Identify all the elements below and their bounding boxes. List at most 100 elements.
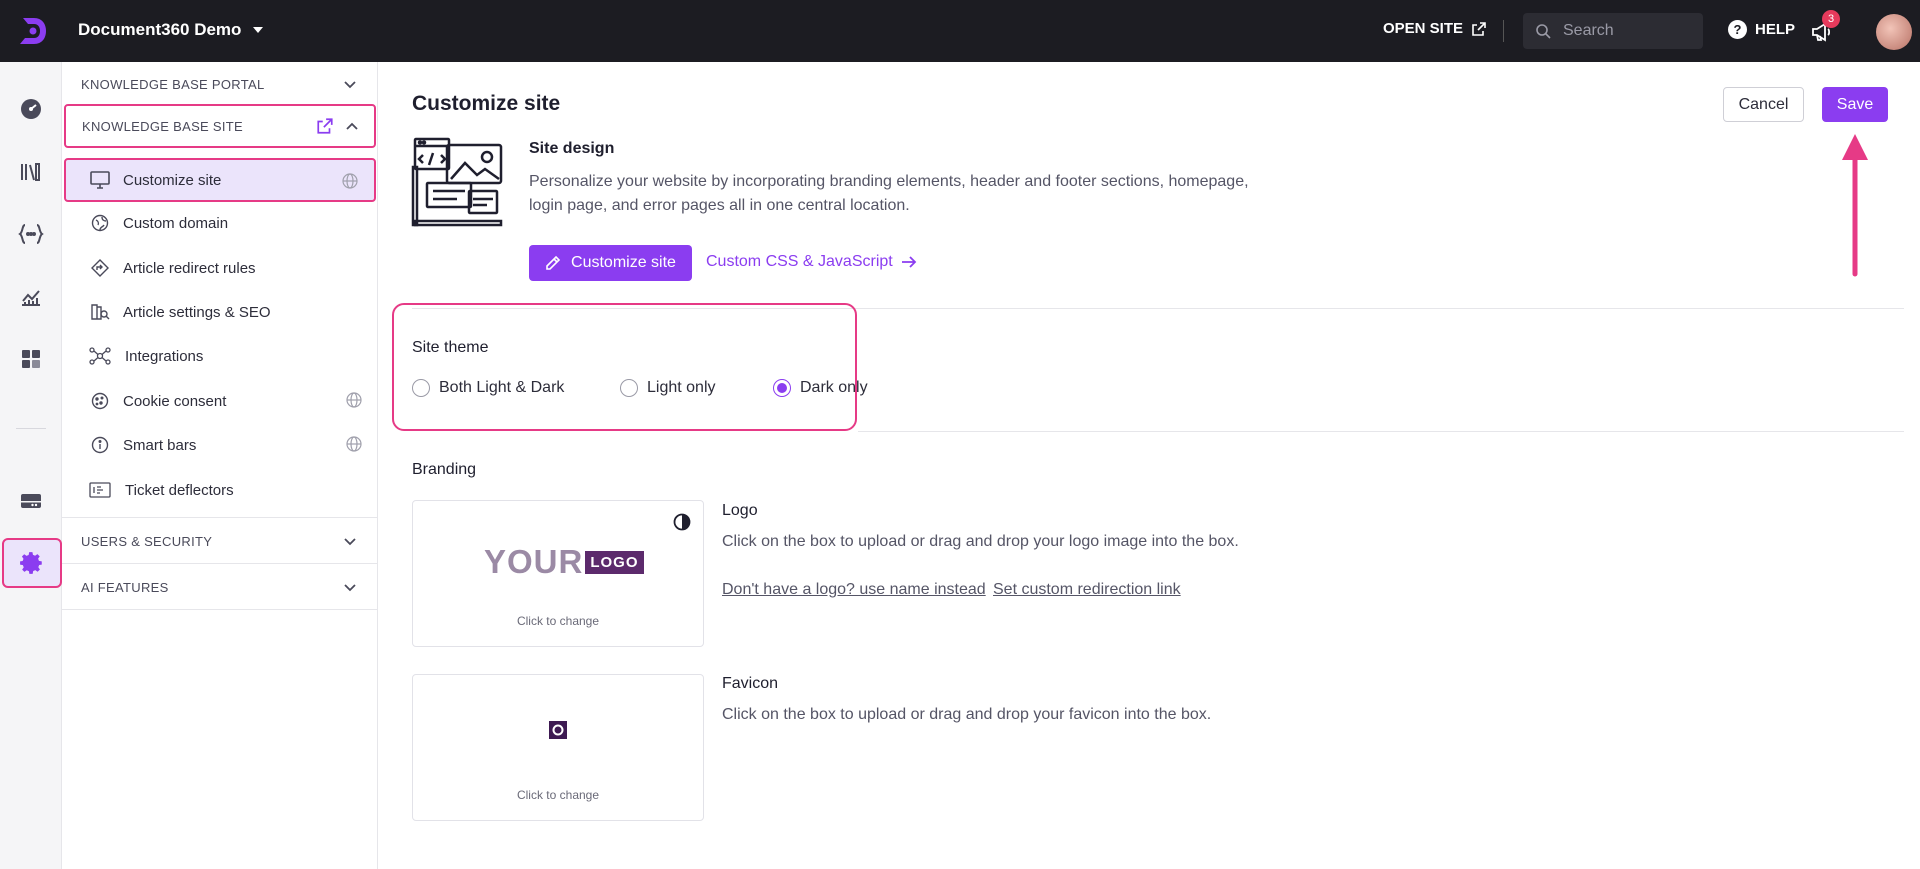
favicon-label: Favicon: [722, 675, 779, 692]
section-ai-features-label: AI FEATURES: [81, 579, 169, 595]
topbar-divider: [1503, 20, 1504, 42]
section-users-security[interactable]: USERS & SECURITY: [62, 519, 378, 563]
integrations-icon: [89, 345, 111, 367]
site-design-illustration-icon: [411, 137, 503, 227]
section-users-security-label: USERS & SECURITY: [81, 533, 213, 549]
open-site-label: OPEN SITE: [1383, 20, 1464, 37]
external-link-icon: [1472, 21, 1486, 36]
site-theme-highlight: [392, 303, 857, 431]
logo-caption: Click to change: [516, 614, 600, 628]
site-theme-title: Site theme: [412, 339, 489, 356]
logo-label: Logo: [722, 502, 758, 519]
rail-divider: [16, 428, 46, 429]
section-kb-site[interactable]: KNOWLEDGE BASE SITE: [64, 104, 376, 148]
annotation-arrow-icon: [1842, 134, 1868, 277]
documentation-icon[interactable]: [15, 156, 47, 188]
logo-preview: YOUR LOGO: [484, 543, 644, 581]
theme-radio-light[interactable]: Light only: [620, 379, 716, 397]
icon-rail: [0, 62, 62, 869]
save-button[interactable]: Save: [1822, 87, 1888, 122]
site-design-title: Site design: [529, 140, 615, 157]
theme-radio-dark[interactable]: Dark only: [773, 379, 868, 397]
favicon-upload-box[interactable]: Click to change: [412, 674, 704, 821]
custom-css-js-link[interactable]: Custom CSS & JavaScript: [706, 253, 917, 271]
open-site-link[interactable]: OPEN SITE: [1383, 20, 1487, 37]
logo-description: Click on the box to upload or drag and d…: [722, 533, 1239, 550]
search-box[interactable]: [1523, 13, 1703, 49]
settings-icon: [20, 552, 42, 574]
domain-icon: [89, 212, 111, 234]
custom-redirection-link[interactable]: Set custom redirection link: [993, 581, 1181, 599]
contrast-toggle-icon[interactable]: [673, 513, 691, 531]
search-input[interactable]: [1563, 22, 1683, 40]
sidebar-item-smart-bars[interactable]: Smart bars: [62, 423, 378, 467]
pencil-icon: [546, 255, 561, 270]
project-switcher[interactable]: Document360 Demo: [78, 20, 264, 40]
drive-icon[interactable]: [15, 485, 47, 517]
arrow-right-icon: [901, 256, 917, 268]
radio-circle[interactable]: [412, 379, 430, 397]
use-name-instead-link[interactable]: Don't have a logo? use name instead: [722, 581, 986, 599]
help-label: HELP: [1755, 21, 1796, 38]
section-kb-portal[interactable]: KNOWLEDGE BASE PORTAL: [62, 62, 378, 106]
dashboard-icon[interactable]: [15, 93, 47, 125]
sidebar-item-label: Custom domain: [123, 214, 229, 232]
logo-preview-word: YOUR: [484, 543, 584, 580]
info-icon: [89, 434, 111, 456]
analytics-icon[interactable]: [15, 281, 47, 313]
sidebar-item-article-redirect-rules[interactable]: Article redirect rules: [62, 246, 378, 290]
theme-radio-both[interactable]: Both Light & Dark: [412, 379, 564, 397]
widgets-icon[interactable]: [15, 343, 47, 375]
theme-option-label: Dark only: [800, 379, 868, 396]
api-docs-icon[interactable]: [15, 218, 47, 250]
top-bar: Document360 Demo OPEN SITE ? HELP 3: [0, 0, 1920, 62]
customize-site-button[interactable]: Customize site: [529, 245, 692, 281]
cookie-icon: [89, 390, 111, 412]
cancel-button[interactable]: Cancel: [1723, 87, 1804, 122]
page-title: Customize site: [412, 92, 561, 115]
sidebar-item-customize-site[interactable]: Customize site: [64, 158, 376, 202]
sidebar-divider: [62, 517, 378, 518]
theme-option-label: Both Light & Dark: [439, 379, 565, 396]
sidebar-item-integrations[interactable]: Integrations: [62, 334, 378, 378]
radio-circle[interactable]: [620, 379, 638, 397]
settings-sidebar: KNOWLEDGE BASE PORTAL KNOWLEDGE BASE SIT…: [62, 62, 378, 869]
chevron-up-icon: [346, 122, 358, 130]
favicon-preview-icon: [549, 721, 567, 739]
section-kb-portal-label: KNOWLEDGE BASE PORTAL: [81, 76, 265, 92]
logo-preview-tag: LOGO: [585, 550, 644, 574]
project-name: Document360 Demo: [78, 20, 242, 39]
theme-option-label: Light only: [647, 379, 716, 396]
sidebar-item-custom-domain[interactable]: Custom domain: [62, 201, 378, 245]
sidebar-item-cookie-consent[interactable]: Cookie consent: [62, 379, 378, 423]
chevron-down-icon: [344, 584, 356, 592]
sidebar-item-ticket-deflectors[interactable]: Ticket deflectors: [62, 468, 378, 512]
radio-circle-selected[interactable]: [773, 379, 791, 397]
logo-upload-box[interactable]: YOUR LOGO Click to change: [412, 500, 704, 647]
sidebar-item-label: Customize site: [123, 171, 222, 189]
help-button[interactable]: ? HELP: [1728, 20, 1795, 39]
sidebar-item-label: Cookie consent: [123, 392, 227, 410]
search-icon: [1536, 24, 1551, 39]
ticket-icon: [89, 479, 111, 501]
sidebar-item-label: Integrations: [125, 347, 204, 365]
document360-logo-icon[interactable]: [16, 14, 50, 48]
sidebar-item-article-settings-seo[interactable]: Article settings & SEO: [62, 290, 378, 334]
sidebar-item-label: Article redirect rules: [123, 259, 256, 277]
notification-badge: 3: [1822, 10, 1840, 28]
caret-down-icon: [253, 27, 264, 33]
section-ai-features[interactable]: AI FEATURES: [62, 565, 378, 609]
monitor-icon: [89, 169, 111, 191]
seo-icon: [89, 301, 111, 323]
user-avatar[interactable]: [1876, 14, 1912, 50]
settings-button[interactable]: [2, 538, 62, 588]
help-icon: ?: [1728, 20, 1747, 39]
custom-css-js-label: Custom CSS & JavaScript: [706, 253, 893, 270]
chevron-down-icon: [344, 538, 356, 546]
customize-site-label: Customize site: [571, 254, 676, 271]
external-link-icon[interactable]: [316, 117, 334, 135]
sidebar-divider: [62, 609, 378, 610]
chevron-down-icon: [344, 81, 356, 89]
branding-title: Branding: [412, 461, 477, 478]
section-divider: [858, 431, 1904, 432]
